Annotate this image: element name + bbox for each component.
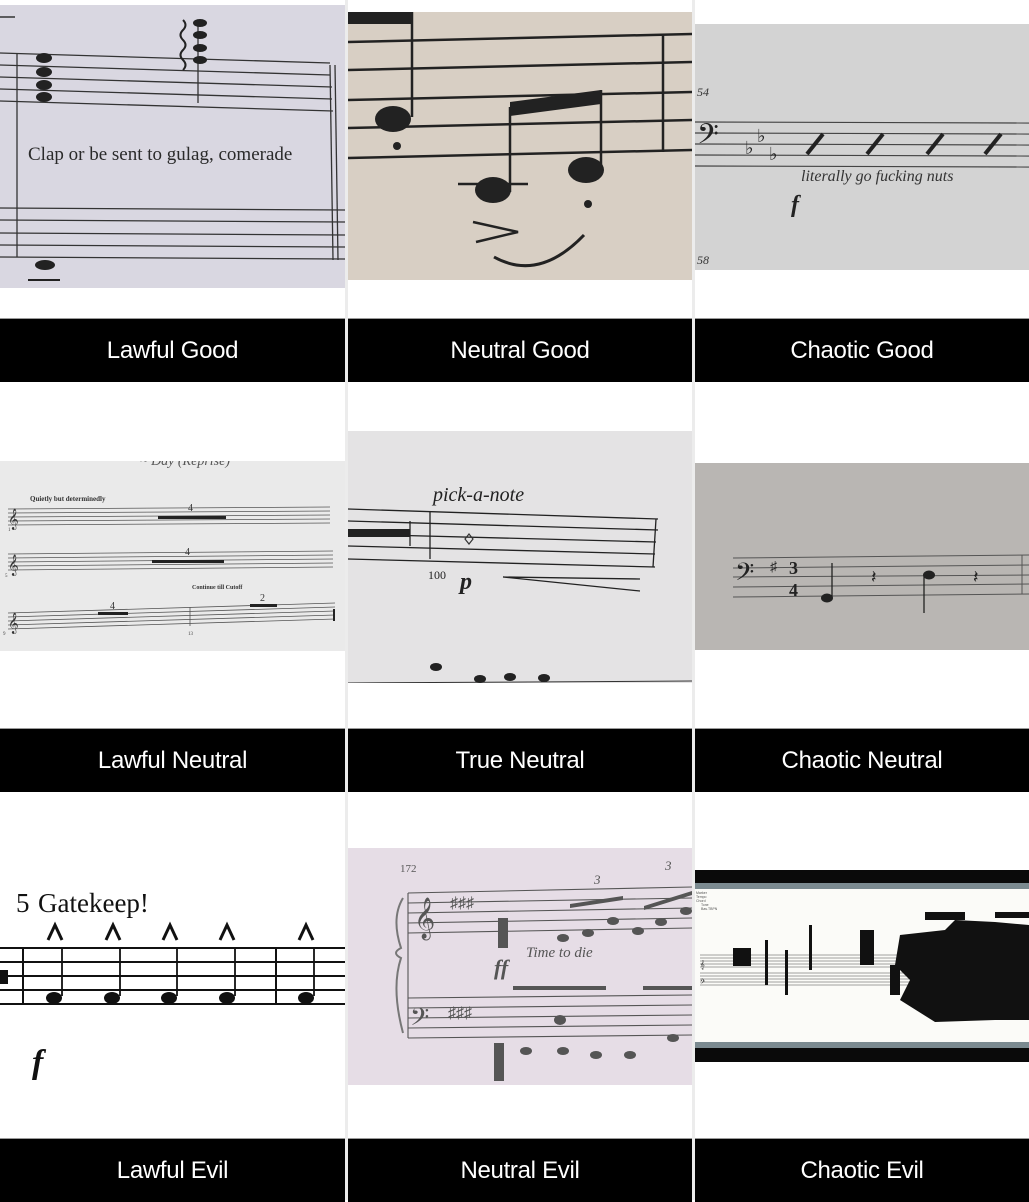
sheet-music-photo: 172 𝄞 𝄢 ♯♯♯ ♯♯♯ 3 3 ff Time to die <box>348 848 692 1085</box>
svg-text:~ Day (Reprise): ~ Day (Reprise) <box>140 461 230 469</box>
sheet-music-screenshot: Marker Tempo Chord Tone Bas.TBPN 𝄞 𝄢 <box>695 870 1029 1062</box>
flat-icon: ♭ <box>757 126 766 146</box>
label-lawful-neutral: Lawful Neutral <box>0 728 345 792</box>
dynamic-marking: ff <box>494 955 511 980</box>
label-true-neutral: True Neutral <box>348 728 692 792</box>
sheet-music-photo: Clap or be sent to gulag, comerade <box>0 5 345 288</box>
label-neutral-good: Neutral Good <box>348 318 692 382</box>
annotation-text: Time to die <box>526 945 593 961</box>
label-lawful-evil: Lawful Evil <box>0 1138 345 1202</box>
annotation-text: Clap or be sent to gulag, comerade <box>28 144 292 165</box>
cell-lawful-good: Clap or be sent to gulag, comerade Lawfu… <box>0 0 345 383</box>
treble-clef-icon: 𝄞 <box>8 555 19 576</box>
time-signature-bottom: 4 <box>789 580 798 600</box>
key-signature-icon: ♯♯♯ <box>450 895 474 912</box>
tuplet-number: 3 <box>593 872 601 887</box>
measure-number: 100 <box>428 568 446 582</box>
annotation-text: pick-a-note <box>431 484 524 506</box>
svg-text:𝄞: 𝄞 <box>700 960 705 969</box>
treble-clef-icon: 𝄞 <box>8 613 19 634</box>
annotation-text: literally go fucking nuts <box>801 168 953 185</box>
dynamic-marking: p <box>458 569 472 595</box>
flat-icon: ♭ <box>769 144 778 164</box>
measure-number: 58 <box>697 253 709 267</box>
measure-number: 9 <box>3 632 6 637</box>
treble-clef-icon: 𝄞 <box>414 897 435 940</box>
multi-rest-count: 2 <box>260 593 265 604</box>
cell-chaotic-evil: Marker Tempo Chord Tone Bas.TBPN 𝄞 𝄢 Cha… <box>695 793 1029 1202</box>
bass-clef-icon: 𝄢 <box>697 120 719 157</box>
annotation-text: Gatekeep! <box>38 888 149 918</box>
sheet-music-photo: 𝄢 ♯ 3 4 𝄽 𝄽 <box>695 463 1029 650</box>
label-chaotic-neutral: Chaotic Neutral <box>695 728 1029 792</box>
cell-lawful-neutral: ~ Day (Reprise) Quietly but determinedly… <box>0 383 345 793</box>
cell-chaotic-good: 𝄢 ♭ ♭ ♭ 54 literally go fucking nuts f 5… <box>695 0 1029 383</box>
measure-number: 172 <box>400 863 417 875</box>
staff-image: pick-a-note 100 p <box>348 484 692 683</box>
rest-icon: 𝄽 <box>973 567 979 587</box>
cell-neutral-good: Neutral Good <box>348 0 692 383</box>
sheet-music-photo: ~ Day (Reprise) Quietly but determinedly… <box>0 461 345 651</box>
rest-icon: 𝄽 <box>871 567 877 587</box>
sheet-music-photo: 𝄢 ♭ ♭ ♭ 54 literally go fucking nuts f 5… <box>695 24 1029 270</box>
flat-icon: ♭ <box>745 138 754 158</box>
label-chaotic-evil: Chaotic Evil <box>695 1138 1029 1202</box>
dynamic-marking: f <box>791 192 801 218</box>
sheet-music-photo <box>348 12 692 280</box>
cell-true-neutral: pick-a-note 100 p True Neutral <box>348 383 692 793</box>
svg-text:𝄢: 𝄢 <box>700 978 705 987</box>
staff-image <box>348 12 692 268</box>
alignment-chart-grid: Clap or be sent to gulag, comerade Lawfu… <box>0 0 1029 1202</box>
key-signature-icon: ♯♯♯ <box>448 1005 472 1022</box>
bass-clef-icon: 𝄢 <box>410 1004 429 1037</box>
label-lawful-good: Lawful Good <box>0 318 345 382</box>
sheet-music-photo: 5 Gatekeep! f <box>0 838 345 1093</box>
staff-image: Clap or be sent to gulag, comerade <box>0 16 345 281</box>
dynamic-marking: f <box>32 1044 47 1081</box>
sheet-music-photo: pick-a-note 100 p <box>348 431 692 683</box>
score-image: Marker Tempo Chord Tone Bas.TBPN 𝄞𝄢 <box>695 870 1029 1062</box>
tuplet-number: 3 <box>664 858 672 873</box>
cell-chaotic-neutral: 𝄢 ♯ 3 4 𝄽 𝄽 Chaotic Neutral <box>695 383 1029 793</box>
tempo-marking: Quietly but determinedly <box>30 495 106 503</box>
staff-image: 172 𝄞 𝄢 ♯♯♯ ♯♯♯ 3 3 ff Time to die <box>395 858 692 1081</box>
measure-number: 13 <box>188 632 194 637</box>
label-neutral-evil: Neutral Evil <box>348 1138 692 1202</box>
time-signature-top: 3 <box>789 558 798 578</box>
treble-clef-icon: 𝄞 <box>8 509 19 530</box>
performance-direction: Continue till Cutoff <box>192 585 243 591</box>
sharp-icon: ♯ <box>770 560 778 575</box>
multi-rest-count: 4 <box>185 547 190 558</box>
staff-image: 5 Gatekeep! f <box>0 888 345 1081</box>
cell-lawful-evil: 5 Gatekeep! f Lawful Evil <box>0 793 345 1202</box>
staff-image: 𝄢 ♯ 3 4 𝄽 𝄽 <box>732 554 1029 613</box>
track-label: Bas.TBPN <box>701 907 718 911</box>
cell-neutral-evil: 172 𝄞 𝄢 ♯♯♯ ♯♯♯ 3 3 ff Time to die Neutr… <box>348 793 692 1202</box>
multi-rest-count: 4 <box>110 601 115 612</box>
bass-clef-icon: 𝄢 <box>735 559 754 592</box>
measure-number: 54 <box>697 85 709 99</box>
staff-image: 𝄢 ♭ ♭ ♭ 54 literally go fucking nuts f 5… <box>695 85 1029 267</box>
rehearsal-number: 5 <box>16 888 30 918</box>
staff-image: ~ Day (Reprise) Quietly but determinedly… <box>3 461 336 637</box>
multi-rest-count: 4 <box>188 503 193 514</box>
label-chaotic-good: Chaotic Good <box>695 318 1029 382</box>
